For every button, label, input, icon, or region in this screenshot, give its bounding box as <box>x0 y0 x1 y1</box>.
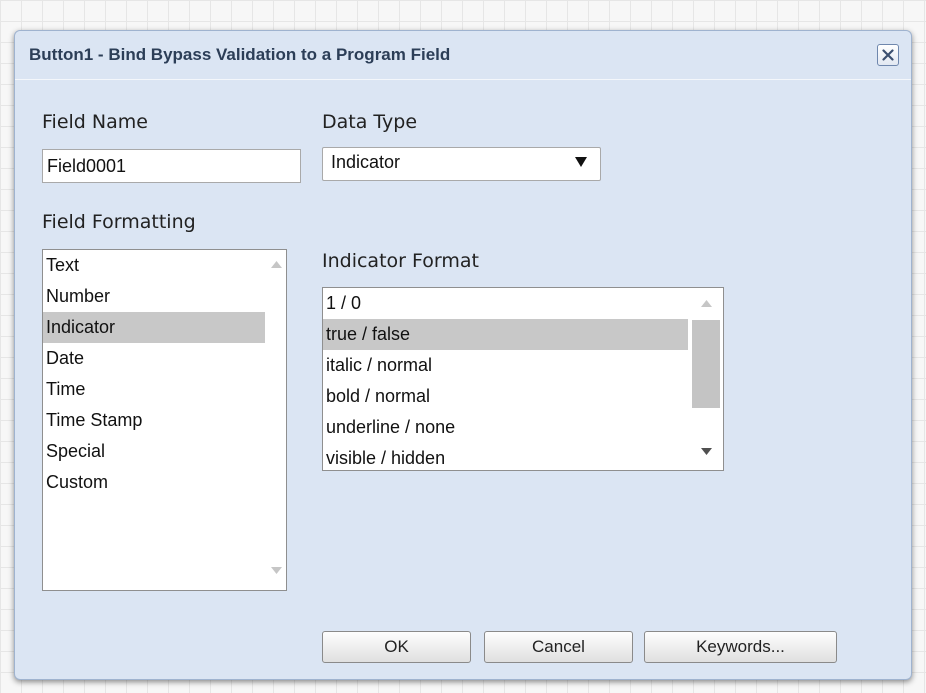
field-formatting-label: Field Formatting <box>42 211 196 233</box>
indicator-format-item[interactable]: 1 / 0 <box>323 288 688 319</box>
scroll-up-arrow-icon[interactable] <box>701 300 712 307</box>
indicator-format-item[interactable]: visible / hidden <box>323 443 688 470</box>
field-formatting-item-selected[interactable]: Indicator <box>43 312 265 343</box>
field-formatting-item[interactable]: Time <box>43 374 265 405</box>
field-formatting-item[interactable]: Special <box>43 436 265 467</box>
field-formatting-item[interactable]: Time Stamp <box>43 405 265 436</box>
field-name-label: Field Name <box>42 111 148 133</box>
close-icon <box>882 49 894 61</box>
field-formatting-scrollbar[interactable] <box>267 250 286 590</box>
dialog-titlebar[interactable]: Button1 - Bind Bypass Validation to a Pr… <box>15 31 911 80</box>
indicator-format-item[interactable]: italic / normal <box>323 350 688 381</box>
scroll-up-arrow-icon[interactable] <box>271 261 282 268</box>
field-formatting-item[interactable]: Date <box>43 343 265 374</box>
data-type-selected-value: Indicator <box>331 152 401 172</box>
field-formatting-list[interactable]: Text Number Indicator Date Time Time Sta… <box>42 249 287 591</box>
data-type-label: Data Type <box>322 111 418 133</box>
field-name-input[interactable]: Field0001 <box>42 149 301 183</box>
field-formatting-item[interactable]: Number <box>43 281 265 312</box>
close-button[interactable] <box>877 44 899 66</box>
indicator-format-scrollbar-thumb[interactable] <box>692 320 720 408</box>
indicator-format-item[interactable]: bold / normal <box>323 381 688 412</box>
bind-field-dialog: Button1 - Bind Bypass Validation to a Pr… <box>14 30 912 680</box>
field-name-value: Field0001 <box>47 156 127 176</box>
scroll-down-arrow-icon[interactable] <box>271 567 282 574</box>
indicator-format-scrollbar[interactable] <box>689 288 723 470</box>
dialog-title: Button1 - Bind Bypass Validation to a Pr… <box>29 45 451 64</box>
indicator-format-label: Indicator Format <box>322 250 479 272</box>
indicator-format-item-selected[interactable]: true / false <box>323 319 688 350</box>
field-formatting-item[interactable]: Custom <box>43 467 265 498</box>
field-formatting-item[interactable]: Text <box>43 250 265 281</box>
triangle-down-icon <box>575 157 587 167</box>
cancel-button[interactable]: Cancel <box>484 631 633 663</box>
keywords-button[interactable]: Keywords... <box>644 631 837 663</box>
data-type-select[interactable]: Indicator <box>322 147 601 181</box>
indicator-format-item[interactable]: underline / none <box>323 412 688 443</box>
ok-button[interactable]: OK <box>322 631 471 663</box>
indicator-format-list[interactable]: 1 / 0 true / false italic / normal bold … <box>322 287 724 471</box>
scroll-down-arrow-icon[interactable] <box>701 448 712 455</box>
